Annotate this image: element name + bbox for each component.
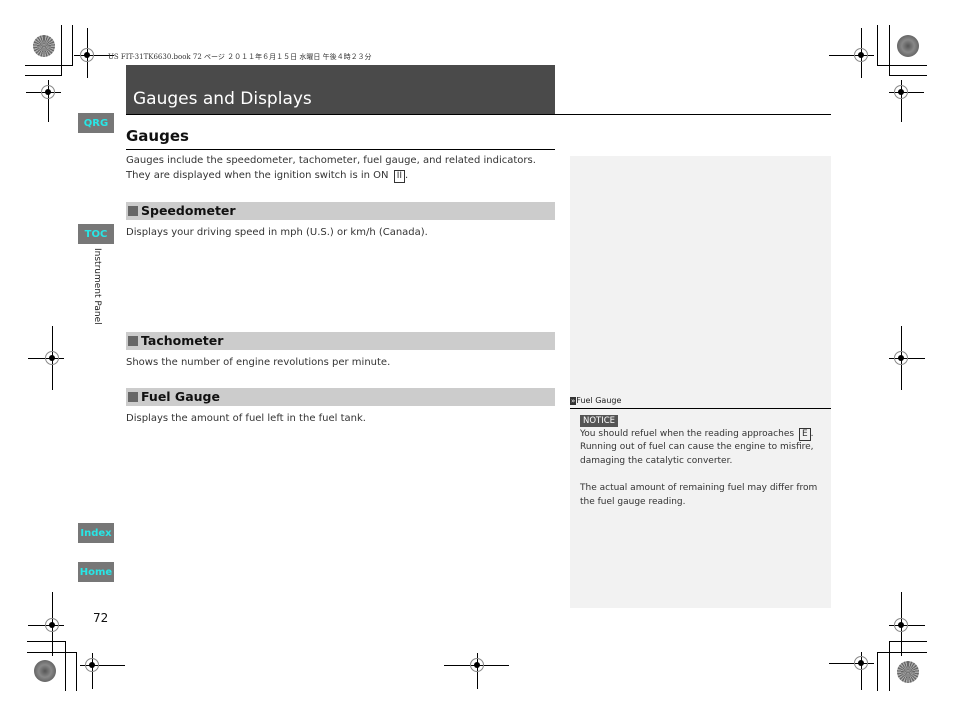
registration-mark-icon — [80, 48, 94, 62]
registration-mark-icon — [894, 351, 908, 365]
note-line-4: The actual amount of remaining fuel may … — [580, 483, 818, 493]
subsection-title: Speedometer — [141, 203, 236, 218]
intro-line-1: Gauges include the speedometer, tachomet… — [126, 155, 536, 166]
intro-line-2-text: They are displayed when the ignition swi… — [126, 170, 389, 181]
square-bullet-icon — [128, 336, 138, 346]
fuel-empty-indicator-icon: E — [798, 428, 811, 441]
notice-line-1-end: . — [810, 429, 814, 439]
registration-mark-icon — [45, 351, 59, 365]
registration-dot-icon — [34, 660, 56, 682]
notice-line-2: Running out of fuel can cause the engine… — [580, 442, 814, 452]
home-button[interactable]: Home — [78, 562, 114, 582]
registration-mark-icon — [894, 85, 908, 99]
section-intro: Gauges include the speedometer, tachomet… — [126, 153, 536, 183]
notice-label: NOTICE — [580, 415, 619, 427]
registration-mark-icon — [854, 48, 868, 62]
registration-dot-icon — [33, 35, 55, 57]
registration-mark-icon — [85, 658, 99, 672]
registration-dot-icon — [897, 661, 919, 683]
registration-mark-icon — [894, 618, 908, 632]
page-number: 72 — [93, 611, 109, 625]
side-note-rule — [570, 408, 831, 409]
square-bullet-icon — [128, 206, 138, 216]
chapter-title-rule — [126, 114, 831, 115]
subsection-text-tachometer: Shows the number of engine revolutions p… — [126, 357, 391, 368]
side-note-reference[interactable]: »Fuel Gauge — [570, 396, 621, 405]
section-title-rule — [126, 149, 555, 150]
section-tab-label: Instrument Panel — [92, 248, 102, 325]
ignition-position-icon: II — [393, 170, 405, 183]
intro-line-2-end: . — [405, 170, 409, 181]
subsection-header-fuel-gauge: Fuel Gauge — [126, 388, 555, 406]
toc-button[interactable]: TOC — [78, 224, 114, 244]
subsection-header-tachometer: Tachometer — [126, 332, 555, 350]
section-title: Gauges — [126, 127, 189, 145]
notice-line-3: damaging the catalytic converter. — [580, 456, 733, 466]
registration-mark-icon — [854, 656, 868, 670]
subsection-text-speedometer: Displays your driving speed in mph (U.S.… — [126, 227, 428, 238]
subsection-text-fuel-gauge: Displays the amount of fuel left in the … — [126, 413, 366, 424]
subsection-title: Tachometer — [141, 333, 224, 348]
index-button[interactable]: Index — [78, 523, 114, 543]
registration-mark-icon — [470, 658, 484, 672]
square-bullet-icon — [128, 392, 138, 402]
notice-line-1: You should refuel when the reading appro… — [580, 428, 814, 442]
qrg-button[interactable]: QRG — [78, 113, 114, 133]
side-note-panel — [570, 156, 831, 608]
subsection-title: Fuel Gauge — [141, 389, 220, 404]
notice-line-1-text: You should refuel when the reading appro… — [580, 429, 795, 439]
chapter-title: Gauges and Displays — [133, 89, 312, 109]
registration-dot-icon — [897, 35, 919, 57]
intro-line-2: They are displayed when the ignition swi… — [126, 168, 536, 183]
registration-mark-icon — [45, 618, 59, 632]
registration-mark-icon — [41, 85, 55, 99]
reference-title: Fuel Gauge — [576, 396, 622, 405]
print-header: US FIT-31TK6630.book 72 ページ ２０１１年６月１５日 水… — [108, 53, 372, 61]
note-line-5: the fuel gauge reading. — [580, 497, 686, 507]
subsection-header-speedometer: Speedometer — [126, 202, 555, 220]
